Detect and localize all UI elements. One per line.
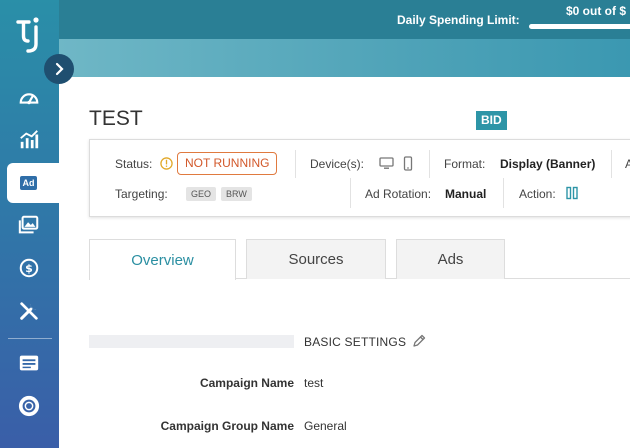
campaign-group-value: General	[304, 419, 347, 433]
campaign-group-label: Campaign Group Name	[160, 419, 294, 433]
divider	[611, 150, 612, 178]
spending-limit-label: Daily Spending Limit:	[397, 13, 520, 27]
ads-icon: Ad	[20, 176, 37, 190]
targeting-tag-brw: BRW	[221, 187, 252, 201]
ad-rotation-value: Manual	[445, 187, 487, 201]
sidebar-item-ads[interactable]: Ad	[7, 163, 67, 203]
mobile-icon	[403, 156, 413, 171]
billing-icon[interactable]: $	[17, 256, 41, 280]
tab-sources[interactable]: Sources	[246, 239, 386, 279]
logo-icon[interactable]	[14, 14, 46, 54]
campaign-name-value: test	[304, 376, 324, 390]
tools-icon[interactable]	[17, 299, 41, 323]
status-badge: NOT RUNNING	[177, 152, 278, 175]
targeting-tag-geo: GEO	[186, 187, 217, 201]
spending-limit-progress	[529, 24, 630, 29]
media-icon[interactable]	[17, 213, 41, 237]
desktop-icon	[379, 157, 394, 169]
spending-limit-value: $0 out of $	[566, 4, 627, 18]
section-title: BASIC SETTINGS	[304, 335, 407, 349]
pause-icon[interactable]	[566, 186, 578, 200]
divider	[429, 150, 430, 178]
campaign-info-card: Status: NOT RUNNING Device(s): Format: D…	[89, 139, 630, 217]
chevron-right-icon	[55, 62, 64, 76]
header-band	[59, 39, 630, 77]
format-label: Format:	[444, 157, 486, 171]
stats-icon[interactable]	[17, 128, 41, 152]
list-icon[interactable]	[17, 351, 41, 375]
action-label: Action:	[519, 187, 556, 201]
divider	[503, 178, 504, 208]
tab-ads[interactable]: Ads	[396, 239, 505, 279]
bid-badge: BID	[476, 111, 507, 130]
svg-text:$: $	[25, 262, 33, 275]
targeting-label: Targeting:	[115, 187, 168, 201]
pencil-icon[interactable]	[412, 334, 426, 348]
sidebar-divider	[8, 338, 52, 339]
dashboard-icon[interactable]	[17, 86, 41, 110]
tab-overview[interactable]: Overview	[89, 239, 236, 280]
sidebar-collapse-button[interactable]	[44, 54, 74, 84]
status-label: Status:	[115, 157, 153, 171]
top-bar	[59, 0, 630, 39]
devices-label: Device(s):	[310, 157, 365, 171]
campaign-name-label: Campaign Name	[199, 376, 294, 390]
section-bar	[89, 335, 294, 348]
page-title: TEST	[89, 107, 143, 130]
divider	[350, 178, 351, 208]
support-icon[interactable]	[17, 394, 41, 418]
more-info-label: A	[625, 157, 630, 171]
warning-icon	[160, 157, 173, 170]
format-value: Display (Banner)	[500, 157, 596, 171]
divider	[295, 150, 296, 178]
ad-rotation-label: Ad Rotation:	[365, 187, 432, 201]
